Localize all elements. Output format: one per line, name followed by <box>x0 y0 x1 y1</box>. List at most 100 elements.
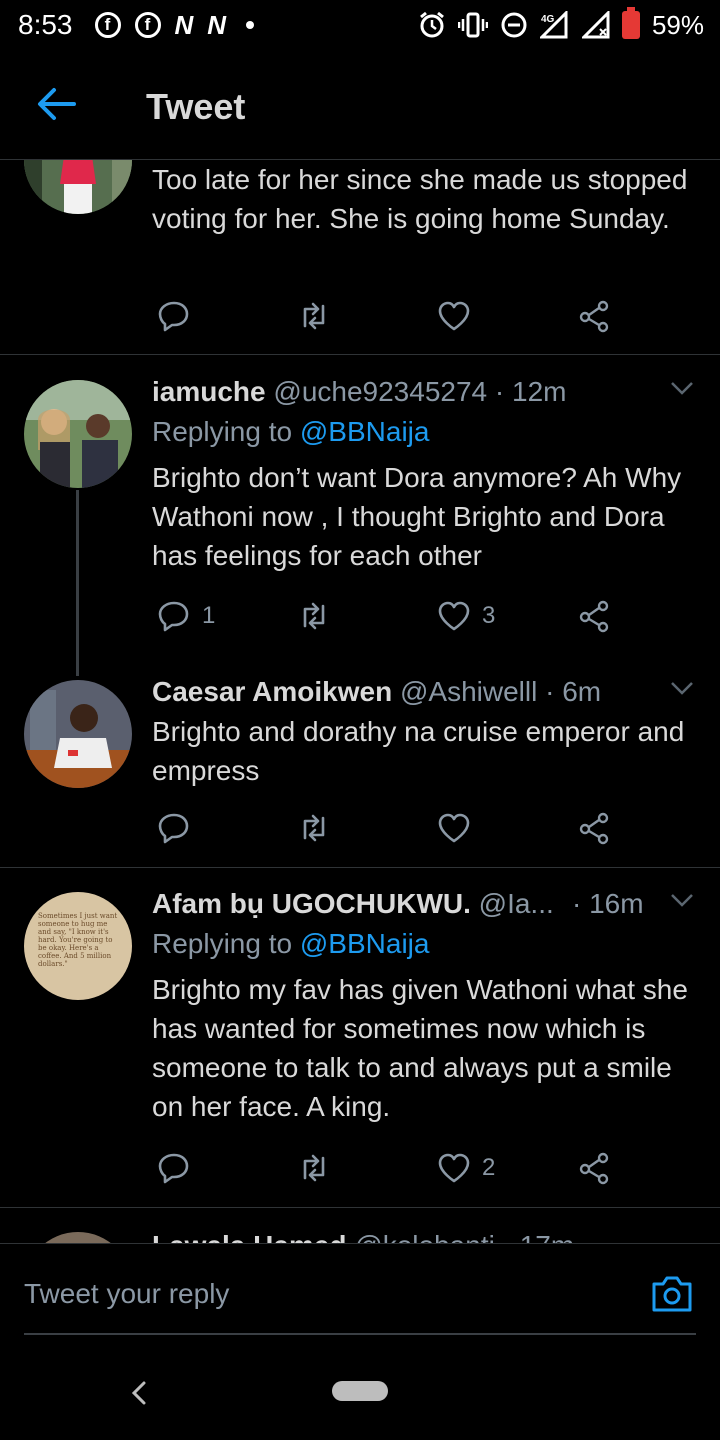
tweet-meta: Lawala Hamed @kolobanti · 17m <box>152 1226 696 1243</box>
reply-button[interactable] <box>156 296 192 336</box>
top-app-bar: Tweet <box>0 50 720 160</box>
retweet-icon <box>303 1154 325 1182</box>
status-time: 8:53 <box>18 9 73 40</box>
share-icon <box>579 300 609 333</box>
like-count: 3 <box>482 602 496 629</box>
replying-to: Replying to @BBNaija <box>152 412 696 452</box>
home-pill[interactable] <box>332 1381 388 1401</box>
author-name[interactable]: iamuche <box>152 376 266 407</box>
tweet-text: Brighto and dorathy na cruise emperor an… <box>152 716 685 786</box>
share-icon <box>579 1152 609 1185</box>
author-name[interactable]: Afam bụ UGOCHUKWU. <box>152 888 471 919</box>
chevron-down-icon[interactable] <box>670 892 694 908</box>
tweet-meta: iamuche @uche92345274 · 12m <box>152 372 696 412</box>
tweet-actions <box>152 808 622 848</box>
reply-button[interactable] <box>156 808 192 848</box>
like-icon <box>438 601 470 631</box>
replying-label: Replying to <box>152 928 293 959</box>
tweet[interactable]: Too late for her since she made us stopp… <box>0 160 720 355</box>
alarm-icon <box>420 11 444 38</box>
share-icon <box>579 812 609 845</box>
author-handle[interactable]: @uche92345274 <box>273 376 487 407</box>
author-handle[interactable]: @Ashiwelll <box>400 676 537 707</box>
tweet[interactable]: Lawala Hamed @kolobanti · 17m <box>0 1208 720 1243</box>
share-button[interactable] <box>576 1148 612 1188</box>
system-nav-bar <box>0 1343 720 1440</box>
like-button[interactable] <box>436 296 472 336</box>
avatar[interactable] <box>24 160 132 214</box>
avatar[interactable] <box>24 680 132 788</box>
retweet-button[interactable] <box>296 1148 332 1188</box>
mention-link[interactable]: @BBNaija <box>300 928 430 959</box>
status-bar: 8:53 f f N N 4G 59% <box>0 0 720 50</box>
tweet-time: · 16m <box>572 888 644 919</box>
svg-text:4G: 4G <box>541 14 555 25</box>
retweet-button[interactable] <box>296 808 332 848</box>
battery-percent: 59% <box>651 9 704 40</box>
retweet-button[interactable] <box>296 296 332 336</box>
signal-4g-icon: 4G <box>539 11 568 39</box>
back-arrow-icon[interactable] <box>36 86 76 122</box>
tweet-time: · 17m <box>503 1230 575 1243</box>
reply-button[interactable] <box>156 1148 192 1188</box>
mention-link[interactable]: @BBNaija <box>300 416 430 447</box>
reply-input[interactable]: Tweet your reply <box>24 1278 229 1310</box>
avatar-quote-image: Sometimes I just want someone to hug me … <box>38 912 118 968</box>
more-notifications-dot <box>246 21 255 29</box>
camera-icon[interactable] <box>650 1274 694 1314</box>
retweet-button[interactable] <box>296 596 332 636</box>
do-not-disturb-icon <box>501 12 527 38</box>
author-name[interactable]: Lawala Hamed <box>152 1230 347 1243</box>
chevron-down-icon[interactable] <box>670 380 694 396</box>
tweet[interactable]: Caesar Amoikwen @Ashiwelll · 6m Brighto … <box>0 668 720 868</box>
like-count: 2 <box>482 1154 496 1181</box>
author-handle[interactable]: @Ia... <box>479 888 554 919</box>
reply-icon <box>158 813 189 844</box>
like-button[interactable]: 3 <box>436 596 495 636</box>
tweet-text: Too late for her since she made us stopp… <box>152 164 688 234</box>
tweet-time: · 6m <box>545 676 602 707</box>
author-name[interactable]: Caesar Amoikwen <box>152 676 392 707</box>
battery-icon <box>621 7 640 39</box>
like-button[interactable]: 2 <box>436 1148 495 1188</box>
input-underline <box>24 1333 696 1335</box>
retweet-icon <box>303 814 325 842</box>
tweet-actions: 2 <box>152 1148 622 1188</box>
reply-composer: Tweet your reply <box>0 1243 720 1343</box>
facebook-notification-icon: f <box>134 12 161 38</box>
share-button[interactable] <box>576 808 612 848</box>
tweet-actions: 1 3 <box>152 596 622 636</box>
reply-icon <box>158 601 189 632</box>
like-icon <box>438 1153 470 1183</box>
avatar[interactable] <box>24 380 132 488</box>
share-icon <box>579 600 609 633</box>
reply-button[interactable]: 1 <box>156 596 215 636</box>
vibrate-icon <box>457 12 488 38</box>
replying-to: Replying to @BBNaija <box>152 924 696 964</box>
replying-label: Replying to <box>152 416 293 447</box>
author-handle[interactable]: @kolobanti <box>354 1230 495 1243</box>
nav-back-icon[interactable] <box>130 1380 148 1406</box>
news-notification-icon: N <box>174 9 194 40</box>
tweet-replies-feed[interactable]: Too late for her since she made us stopp… <box>0 160 720 1243</box>
like-button[interactable] <box>436 808 472 848</box>
chevron-down-icon[interactable] <box>670 680 694 696</box>
tweet-meta: Afam bụ UGOCHUKWU. @Ia... · 16m <box>152 884 696 924</box>
retweet-icon <box>303 602 325 630</box>
reply-icon <box>158 1153 189 1184</box>
facebook-notification-icon: f <box>94 12 121 38</box>
share-button[interactable] <box>576 596 612 636</box>
tweet-text: Brighto don’t want Dora anymore? Ah Why … <box>152 462 682 571</box>
reply-count: 1 <box>202 602 216 629</box>
tweet-actions <box>152 296 622 336</box>
news-notification-icon: N <box>207 9 227 40</box>
share-button[interactable] <box>576 296 612 336</box>
tweet[interactable]: Sometimes I just want someone to hug me … <box>0 868 720 1208</box>
avatar[interactable]: Sometimes I just want someone to hug me … <box>24 892 132 1000</box>
avatar[interactable] <box>24 1232 132 1243</box>
tweet-meta: Caesar Amoikwen @Ashiwelll · 6m <box>152 672 696 712</box>
tweet-time: · 12m <box>494 376 567 407</box>
like-icon <box>438 301 470 331</box>
retweet-icon <box>303 302 325 330</box>
reply-icon <box>158 301 189 332</box>
